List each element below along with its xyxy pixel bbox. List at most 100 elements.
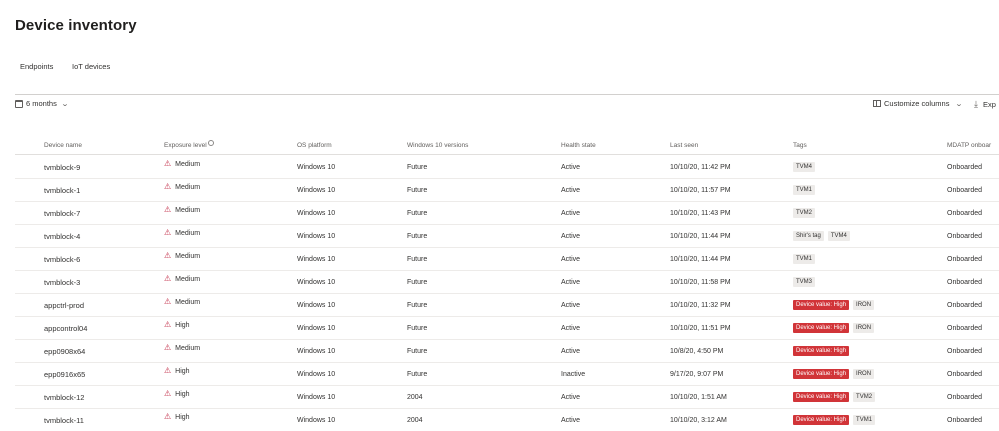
windows-version: Future [407,301,428,309]
device-name-link[interactable]: tvmblock-12 [44,386,84,408]
os-platform: Windows 10 [297,324,336,332]
health-state: Inactive [561,370,586,378]
device-name-link[interactable]: appctrl-prod [44,294,84,316]
device-value-tag: Device value: High [793,345,850,357]
exposure-level-label: High [175,413,190,421]
device-value-tag: Device value: High [793,368,850,380]
table-row[interactable]: tvmblock-11 ⚠ High Windows 10 2004 Active 10/1… [15,409,999,431]
health-state: Active [561,324,581,332]
device-name-link[interactable]: tvmblock-1 [44,179,80,201]
device-name-link[interactable]: epp0908x64 [44,340,85,362]
warning-triangle-icon: ⚠ [164,297,172,306]
export-label: Exp [982,100,996,109]
device-name-link[interactable]: tvmblock-7 [44,202,80,224]
device-name-link[interactable]: epp0916x65 [44,363,85,385]
device-name-link[interactable]: tvmblock-3 [44,271,80,293]
tags-cell: Device value: High IRON [793,317,878,339]
exposure-level-label: High [175,367,190,375]
column-header-windows-10-versions[interactable]: Windows 10 versions [407,137,468,153]
last-seen: 9/17/20, 9:07 PM [670,370,724,378]
column-header-os-platform[interactable]: OS platform [297,137,332,153]
exposure-level-label: Medium [175,229,201,237]
warning-triangle-icon: ⚠ [164,205,172,214]
health-state: Active [561,232,581,240]
exposure-level-label: Medium [175,344,201,352]
exposure-level-label: Medium [175,275,201,283]
last-seen: 10/10/20, 1:51 AM [670,393,727,401]
table-row[interactable]: epp0908x64 ⚠ Medium Windows 10 Future Active 1… [15,340,999,363]
column-header-tags[interactable]: Tags [793,137,807,153]
windows-version: Future [407,255,428,263]
windows-version: Future [407,370,428,378]
os-platform: Windows 10 [297,278,336,286]
onboarding-status: Onboarded [947,278,983,286]
column-header-mdatp-onboarding[interactable]: MDATP onboar [947,137,991,153]
columns-icon [873,100,881,107]
last-seen: 10/10/20, 11:44 PM [670,255,731,263]
health-state: Active [561,278,581,286]
exposure-level: ⚠ High [164,383,190,405]
os-platform: Windows 10 [297,347,336,355]
tags-cell: Device value: High TVM1 [793,409,879,431]
exposure-level: ⚠ Medium [164,268,200,290]
device-name-link[interactable]: appcontrol04 [44,317,87,339]
windows-version: Future [407,278,428,286]
download-icon: ⤓ [974,99,978,109]
exposure-level: ⚠ Medium [164,199,200,221]
device-name-link[interactable]: tvmblock-4 [44,225,80,247]
column-header-last-seen[interactable]: Last seen [670,137,698,153]
device-name-link[interactable]: tvmblock-11 [44,409,84,431]
chevron-down-icon: ⌄ [60,100,69,108]
health-state: Active [561,186,581,194]
device-value-tag: Device value: High [793,414,850,426]
warning-triangle-icon: ⚠ [164,389,172,398]
customize-columns-button[interactable]: Customize columns ⌄ [873,99,964,108]
device-value-tag: Device value: High [793,299,850,311]
page-title: Device inventory [15,17,137,34]
last-seen: 10/10/20, 11:44 PM [670,232,731,240]
table-row[interactable]: tvmblock-7 ⚠ Medium Windows 10 Future Active 1… [15,202,999,225]
tag-badge: TVM2 [853,391,876,403]
exposure-level-label: High [175,321,190,329]
onboarding-status: Onboarded [947,393,983,401]
table-row[interactable]: epp0916x65 ⚠ High Windows 10 Future Inactive 9… [15,363,999,386]
table-row[interactable]: appctrl-prod ⚠ Medium Windows 10 Future Activ… [15,294,999,317]
windows-version: Future [407,232,428,240]
exposure-level-label: Medium [175,206,201,214]
tags-cell: TVM3 [793,271,819,293]
onboarding-status: Onboarded [947,186,983,194]
column-header-device-name[interactable]: Device name [44,137,82,153]
table-row[interactable]: tvmblock-9 ⚠ Medium Windows 10 Future Active 1… [15,156,999,179]
onboarding-status: Onboarded [947,255,983,263]
info-icon[interactable] [207,140,214,146]
health-state: Active [561,347,581,355]
table-row[interactable]: tvmblock-1 ⚠ Medium Windows 10 Future Active 1… [15,179,999,202]
table-row[interactable]: tvmblock-12 ⚠ High Windows 10 2004 Active 10/1… [15,386,999,409]
exposure-level: ⚠ Medium [164,245,200,267]
device-name-link[interactable]: tvmblock-9 [44,156,80,178]
column-header-health-state[interactable]: Health state [561,137,596,153]
tab-endpoints[interactable]: Endpoints [20,62,53,71]
os-platform: Windows 10 [297,163,336,171]
tag-badge: IRON [853,368,875,380]
export-button[interactable]: ⤓ Exp [974,99,996,110]
tags-cell: Shir's tag TVM4 [793,225,854,247]
warning-triangle-icon: ⚠ [164,343,172,352]
table-row[interactable]: tvmblock-4 ⚠ Medium Windows 10 Future Active 1… [15,225,999,248]
exposure-level: ⚠ High [164,314,190,336]
warning-triangle-icon: ⚠ [164,412,172,421]
tags-cell: TVM1 [793,248,819,270]
tags-cell: TVM4 [793,156,819,178]
windows-version: Future [407,209,428,217]
table-row[interactable]: tvmblock-6 ⚠ Medium Windows 10 Future Active 1… [15,248,999,271]
exposure-level: ⚠ Medium [164,176,200,198]
divider [15,94,999,95]
tag-badge: TVM4 [793,161,816,173]
time-period-dropdown[interactable]: 6 months ⌄ [15,99,69,108]
column-header-exposure-level[interactable]: Exposure level [164,137,214,153]
table-row[interactable]: appcontrol04 ⚠ High Windows 10 Future Active 1… [15,317,999,340]
device-name-link[interactable]: tvmblock-6 [44,248,80,270]
customize-columns-label: Customize columns [884,99,950,108]
tab-iot-devices[interactable]: IoT devices [72,62,110,71]
table-row[interactable]: tvmblock-3 ⚠ Medium Windows 10 Future Active 1… [15,271,999,294]
